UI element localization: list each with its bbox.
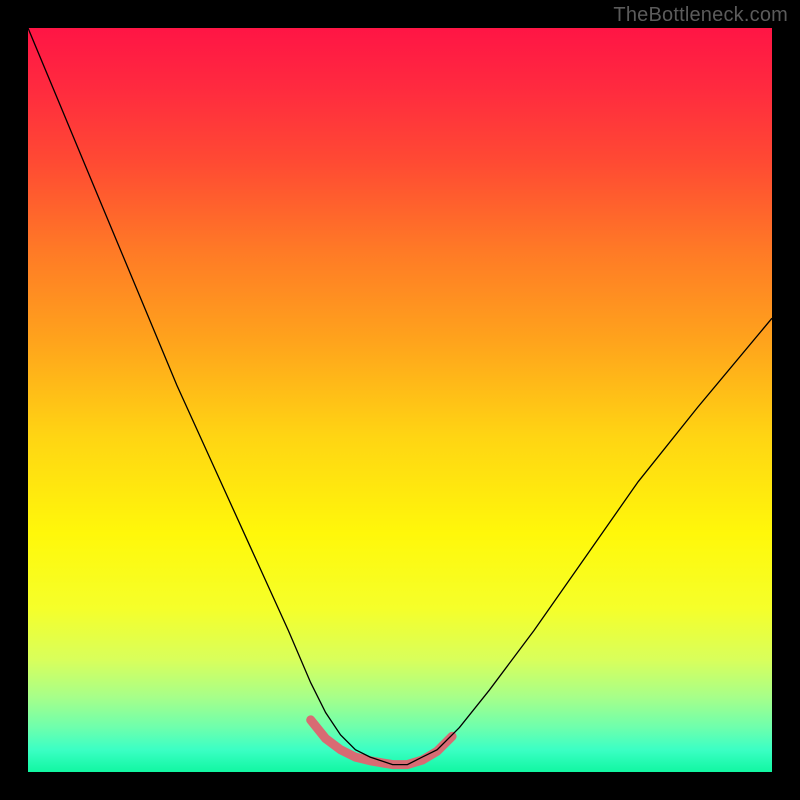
chart-frame: TheBottleneck.com [0, 0, 800, 800]
optimal-band-series [311, 720, 452, 765]
attribution-label: TheBottleneck.com [613, 4, 788, 27]
plot-area [28, 28, 772, 772]
chart-curves [28, 28, 772, 772]
bottleneck-curve-series [28, 28, 772, 765]
